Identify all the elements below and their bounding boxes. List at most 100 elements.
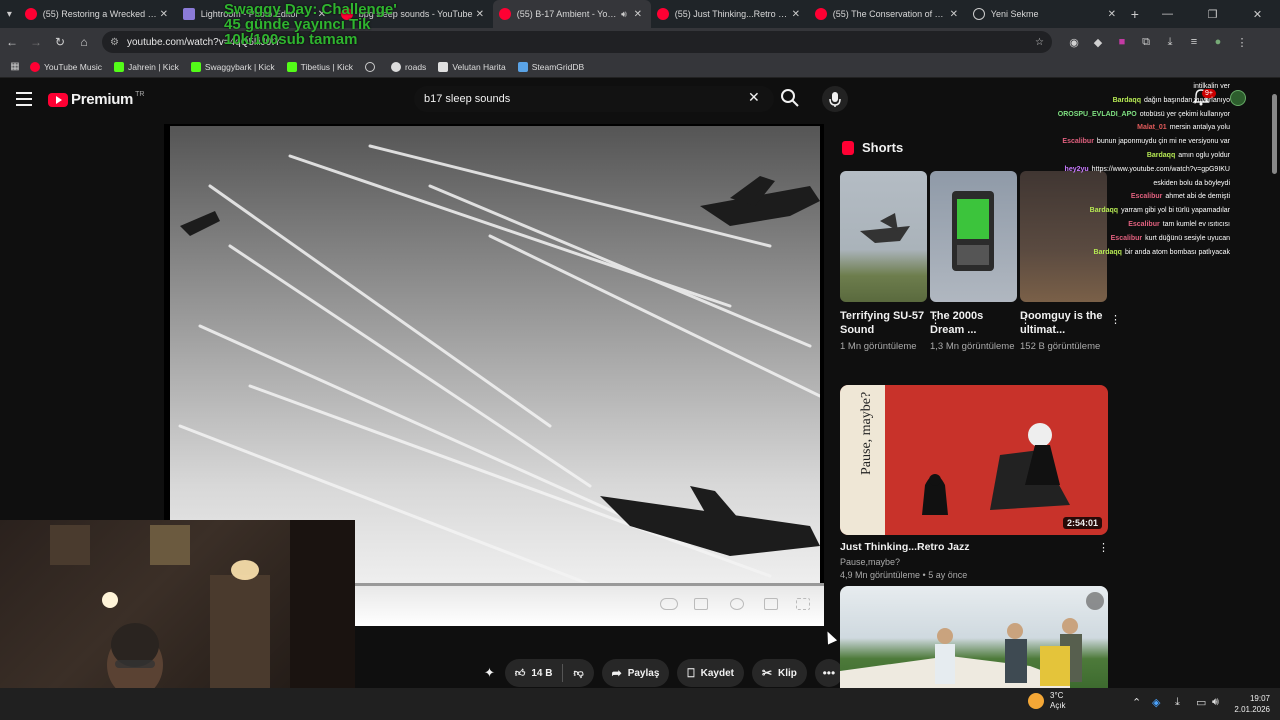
tab-close-icon[interactable]: ✕ bbox=[473, 9, 487, 20]
close-window-icon[interactable]: ✕ bbox=[1235, 8, 1280, 21]
tab-close-icon[interactable]: ✕ bbox=[1105, 9, 1119, 20]
chat-text: dağın başından yuvarlanıyo bbox=[1143, 96, 1230, 104]
tab-title: (55) B-17 Ambient - YouTub bbox=[516, 9, 622, 19]
bookmark-road-icon bbox=[391, 61, 402, 72]
chat-text: tam kumlel ev ısıtıcısı bbox=[1162, 220, 1230, 228]
short-title[interactable]: Doomguy is the ultimat... bbox=[1020, 309, 1107, 337]
tab-close-icon[interactable]: ✕ bbox=[157, 9, 171, 20]
more-actions-button[interactable]: ••• bbox=[814, 659, 843, 687]
scroll-thumb[interactable] bbox=[1272, 94, 1277, 174]
browser-tab[interactable]: (55) Just Thinking...Retro Jazz ✕ bbox=[651, 0, 809, 28]
new-tab-button[interactable]: + bbox=[1125, 6, 1145, 22]
menu-kebab-icon[interactable]: ⋮ bbox=[1230, 36, 1254, 49]
fullscreen-icon[interactable] bbox=[796, 598, 810, 610]
tray-download-icon[interactable]: ⤓ bbox=[1175, 696, 1180, 709]
bookmark-label: YouTube Music bbox=[44, 61, 102, 72]
chat-message: hey2yu https://www.youtube.com/watch?v=gp… bbox=[985, 163, 1230, 177]
tray-app-icon[interactable]: ◈ bbox=[1152, 696, 1160, 709]
bookmark-item[interactable]: Jahrein | Kick bbox=[113, 61, 179, 72]
bookmark-item[interactable] bbox=[365, 61, 379, 72]
recommended-channel[interactable]: Pause,maybe? bbox=[840, 557, 900, 567]
forward-icon[interactable]: → bbox=[24, 35, 48, 49]
subtitles-icon[interactable] bbox=[694, 598, 708, 610]
bookmark-kick-icon bbox=[286, 61, 297, 72]
bookmark-item[interactable]: Tibetius | Kick bbox=[286, 61, 354, 72]
profile-avatar[interactable]: ● bbox=[1206, 36, 1230, 49]
settings-gear-icon[interactable] bbox=[730, 598, 744, 610]
download-icon[interactable]: ⤓ bbox=[1158, 36, 1182, 49]
extension-icon[interactable]: ■ bbox=[1110, 36, 1134, 49]
short-more-icon[interactable]: ⋮ bbox=[1110, 313, 1121, 326]
chat-text: yarram gibi yol bi türlü yapamadılar bbox=[1121, 207, 1230, 215]
reload-icon[interactable]: ↻ bbox=[48, 35, 72, 49]
recommended-more-icon[interactable]: ⋮ bbox=[1098, 541, 1109, 554]
short-title[interactable]: Terrifying SU-57 Sound bbox=[840, 309, 927, 337]
short-card[interactable]: Terrifying SU-57 Sound 1 Mn görüntüleme … bbox=[840, 171, 941, 353]
clear-search-icon[interactable]: ✕ bbox=[748, 89, 760, 106]
network-icon[interactable]: ▭ bbox=[1196, 696, 1206, 709]
browser-tab-strip: ▾ (55) Restoring a Wrecked Ome ✕ Lightroom… bbox=[0, 0, 1280, 28]
chat-text: eskiden bolu da böyleydi bbox=[1153, 179, 1230, 187]
tab-close-icon[interactable]: ✕ bbox=[789, 9, 803, 20]
tab-audio-icon[interactable]: 🔊︎ bbox=[621, 9, 627, 20]
bookmark-item[interactable]: Swaggybark | Kick bbox=[190, 61, 275, 72]
bookmark-label: roads bbox=[405, 61, 427, 72]
like-button[interactable]: 👍︎ 14 B bbox=[505, 667, 563, 680]
short-thumbnail[interactable] bbox=[840, 171, 927, 302]
microphone-icon[interactable] bbox=[822, 86, 848, 112]
weather-widget[interactable]: 3°C Açık bbox=[1028, 691, 1066, 711]
browser-tab[interactable]: (55) Restoring a Wrecked Ome ✕ bbox=[19, 0, 177, 28]
account-avatar[interactable] bbox=[1230, 90, 1246, 106]
logo-text: Premium bbox=[71, 91, 134, 108]
restore-icon[interactable]: ❐ bbox=[1190, 8, 1235, 21]
chat-text: https://www.youtube.com/watch?v=gpG9IKU bbox=[1091, 165, 1230, 173]
tray-chevron-icon[interactable]: ⌃ bbox=[1132, 696, 1141, 709]
save-button[interactable]: ⎕ Kaydet bbox=[677, 659, 744, 687]
bookmark-item[interactable]: SteamGridDB bbox=[517, 61, 584, 72]
apps-grid-icon[interactable]: ▦ bbox=[0, 61, 30, 72]
browser-tab[interactable]: (55) The Conservation of The A ✕ bbox=[809, 0, 967, 28]
share-button[interactable]: ➦ Paylaş bbox=[601, 659, 670, 687]
browser-tab[interactable]: (55) B-17 Ambient - YouTub 🔊︎ ✕ bbox=[492, 0, 651, 28]
bookmark-label: Tibetius | Kick bbox=[300, 61, 354, 72]
tab-close-icon[interactable]: ✕ bbox=[947, 9, 961, 20]
clip-button[interactable]: ✂ Klip bbox=[751, 659, 807, 687]
hamburger-menu-icon[interactable] bbox=[16, 92, 32, 106]
chat-username: Malat_01 bbox=[1137, 124, 1167, 132]
bookmark-star-icon[interactable]: ☆ bbox=[1035, 37, 1044, 48]
sparkle-icon[interactable]: ✦ bbox=[484, 665, 495, 681]
site-info-icon[interactable]: ⚙ bbox=[110, 37, 119, 48]
bookmark-label: Velutan Harita bbox=[452, 61, 506, 72]
extension-icon[interactable]: ◆ bbox=[1086, 36, 1110, 49]
reading-list-icon[interactable]: ≡ bbox=[1182, 36, 1206, 49]
bookmark-item[interactable]: YouTube Music bbox=[30, 61, 102, 72]
page-scrollbar[interactable] bbox=[1270, 84, 1278, 688]
extension-icon[interactable]: ◉ bbox=[1062, 36, 1086, 49]
browser-tab[interactable]: Yeni Sekme ✕ bbox=[967, 0, 1125, 28]
dislike-button[interactable]: 👎︎ bbox=[563, 667, 593, 679]
short-title[interactable]: The 2000s Dream ... bbox=[930, 309, 1017, 337]
minimize-icon[interactable]: — bbox=[1145, 8, 1190, 21]
recommended-thumbnail[interactable] bbox=[840, 586, 1108, 690]
bookmark-item[interactable]: Velutan Harita bbox=[438, 61, 506, 72]
share-icon: ➦ bbox=[611, 666, 622, 680]
tab-search-icon[interactable]: ▾ bbox=[0, 0, 19, 28]
theater-mode-icon[interactable] bbox=[764, 598, 778, 610]
search-icon[interactable] bbox=[778, 86, 802, 110]
system-clock[interactable]: 19:07 2.01.2026 bbox=[1228, 693, 1270, 715]
back-icon[interactable]: ← bbox=[0, 35, 24, 49]
recommended-title[interactable]: Just Thinking...Retro Jazz bbox=[840, 541, 970, 553]
thumbnail-art: Pause, maybe? bbox=[840, 385, 1070, 535]
youtube-premium-logo[interactable]: Premium TR bbox=[48, 91, 144, 108]
like-count: 14 B bbox=[531, 667, 553, 679]
puzzle-icon[interactable]: ⧉ bbox=[1134, 36, 1158, 49]
bookmark-item[interactable]: roads bbox=[391, 61, 427, 72]
autoplay-toggle-icon[interactable] bbox=[660, 598, 678, 610]
search-input[interactable]: b17 sleep sounds bbox=[414, 86, 774, 112]
recommended-thumbnail[interactable]: Pause, maybe? 2:54:01 bbox=[840, 385, 1108, 535]
volume-icon[interactable]: 🔊︎ bbox=[1212, 696, 1219, 709]
tab-close-icon[interactable]: ✕ bbox=[631, 9, 645, 20]
home-icon[interactable]: ⌂ bbox=[72, 35, 96, 49]
thumbnail-art bbox=[840, 592, 1104, 690]
browser-toolbar: ← → ↻ ⌂ ⚙ youtube.com/watch?v=4qQ5lliJ0t… bbox=[0, 28, 1280, 56]
